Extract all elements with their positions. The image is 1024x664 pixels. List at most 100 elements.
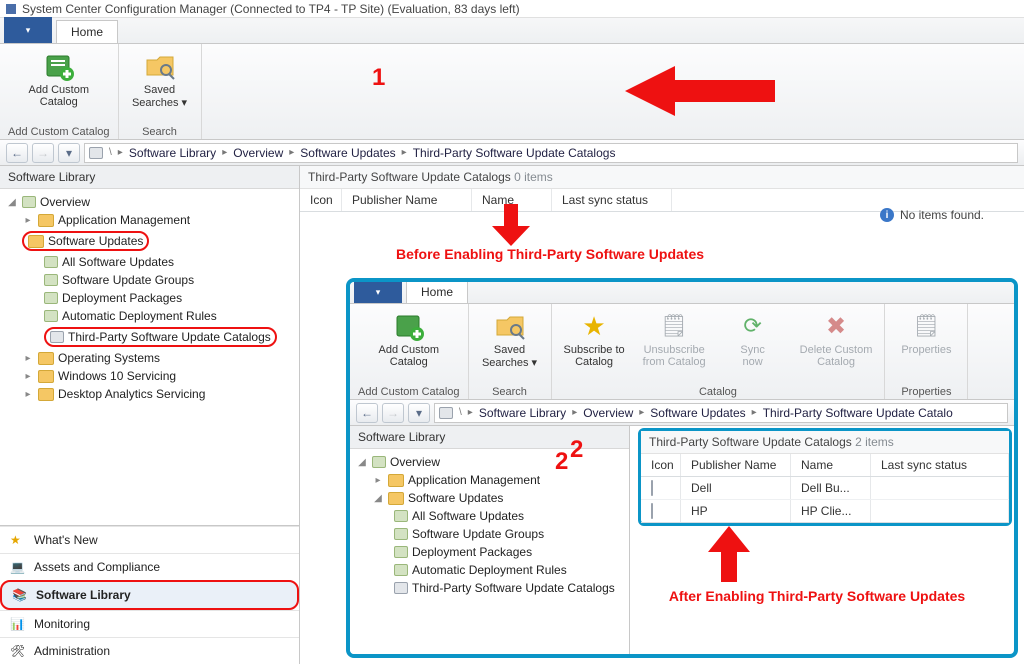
folder-icon	[388, 474, 404, 487]
workspace-monitoring[interactable]: 📊Monitoring	[0, 610, 299, 637]
tree-title: Software Library	[0, 166, 299, 189]
address-bar: ← → ▾ \▸ Software Library▸ Overview▸ Sof…	[350, 400, 1014, 426]
col-publisher[interactable]: Publisher Name	[342, 189, 472, 211]
navigation-tree-pane: Software Library ◢Overview ▸Application …	[350, 426, 630, 658]
table-row[interactable]: Dell Dell Bu...	[641, 477, 1009, 500]
chevron-right-icon: \	[109, 147, 112, 158]
tree-node-app-mgmt[interactable]: ▸Application Management	[0, 211, 299, 229]
col-name[interactable]: Name	[791, 454, 871, 476]
breadcrumb-item[interactable]: Third-Party Software Update Catalo	[763, 406, 953, 420]
workspace-whats-new[interactable]: ★What's New	[0, 526, 299, 553]
breadcrumb-root-icon	[439, 407, 453, 419]
tree-node-thirdparty[interactable]: Third-Party Software Update Catalogs	[0, 325, 299, 349]
inset-window-after: Home Add Custom Catalog Add Custom Catal…	[346, 278, 1018, 658]
overview-icon	[22, 196, 36, 208]
updates-icon	[44, 256, 58, 268]
tree-node-deploy-pkg[interactable]: Deployment Packages	[0, 289, 299, 307]
add-custom-catalog-button[interactable]: Add Custom Catalog	[24, 48, 93, 124]
breadcrumb-item[interactable]: Overview	[583, 406, 633, 420]
workspace-administration[interactable]: 🛠Administration	[0, 637, 299, 664]
table-row[interactable]: HP HP Clie...	[641, 500, 1009, 523]
tree-node-overview[interactable]: ◢Overview	[0, 193, 299, 211]
col-sync[interactable]: Last sync status	[552, 189, 672, 211]
ribbon-group-search: Saved Searches ▾ Search	[119, 44, 202, 139]
annotation-number-1: 1	[372, 64, 385, 92]
tree-node-software-updates[interactable]: Software Updates	[0, 229, 299, 253]
unsubscribe-icon: 🗒	[658, 310, 690, 342]
package-icon	[44, 292, 58, 304]
annotation-after-text: After Enabling Third-Party Software Upda…	[622, 588, 1012, 604]
list-header: Third-Party Software Update Catalogs 0 i…	[300, 166, 1024, 189]
folder-search-icon	[144, 50, 176, 82]
breadcrumb-item[interactable]: Software Updates	[650, 406, 745, 420]
tree-node-app-mgmt[interactable]: ▸Application Management	[350, 471, 629, 489]
saved-searches-button[interactable]: Saved Searches ▾	[127, 48, 193, 124]
ribbon-file-menu[interactable]	[354, 281, 402, 303]
ribbon: Add Custom Catalog Add Custom Catalog Sa…	[0, 44, 1024, 140]
delete-custom-catalog-button[interactable]: ✖Delete Custom Catalog	[796, 308, 877, 384]
breadcrumb[interactable]: \ ▸ Software Library ▸ Overview ▸ Softwa…	[84, 143, 1018, 163]
tree-node-all-su[interactable]: All Software Updates	[350, 507, 629, 525]
sync-now-button[interactable]: ⟳Sync now	[720, 308, 786, 384]
navigation-tree[interactable]: ◢Overview ▸Application Management ◢Softw…	[350, 449, 629, 658]
tree-node-su-groups[interactable]: Software Update Groups	[0, 271, 299, 289]
tree-node-os[interactable]: ▸Operating Systems	[0, 349, 299, 367]
package-icon	[394, 546, 408, 558]
rules-icon	[394, 564, 408, 576]
folder-icon	[388, 492, 404, 505]
ribbon-group-add-custom-catalog: Add Custom Catalog Add Custom Catalog	[350, 304, 469, 399]
workspace-switcher: ★What's New 💻Assets and Compliance 📚Soft…	[0, 525, 299, 664]
tree-node-all-su[interactable]: All Software Updates	[0, 253, 299, 271]
col-publisher[interactable]: Publisher Name	[681, 454, 791, 476]
breadcrumb-item[interactable]: Overview	[233, 146, 283, 160]
ribbon-file-menu[interactable]	[4, 17, 52, 43]
tree-node-deploy-pkg[interactable]: Deployment Packages	[350, 543, 629, 561]
tree-node-adr[interactable]: Automatic Deployment Rules	[0, 307, 299, 325]
star-icon: ★	[578, 310, 610, 342]
ribbon-tab-home[interactable]: Home	[406, 280, 468, 303]
nav-dropdown-button[interactable]: ▾	[58, 143, 80, 163]
col-icon[interactable]: Icon	[300, 189, 342, 211]
breadcrumb-item[interactable]: Software Updates	[300, 146, 395, 160]
properties-icon: 🗒	[910, 310, 942, 342]
col-sync[interactable]: Last sync status	[871, 454, 1009, 476]
folder-icon	[38, 370, 54, 383]
col-icon[interactable]: Icon	[641, 454, 681, 476]
workspace-assets[interactable]: 💻Assets and Compliance	[0, 553, 299, 580]
group-label: Catalog	[699, 384, 737, 398]
nav-fwd-button[interactable]: →	[382, 403, 404, 423]
nav-back-button[interactable]: ←	[6, 143, 28, 163]
saved-searches-button[interactable]: Saved Searches ▾	[477, 308, 543, 384]
nav-fwd-button[interactable]: →	[32, 143, 54, 163]
nav-dropdown-button[interactable]: ▾	[408, 403, 430, 423]
subscribe-catalog-button[interactable]: ★Subscribe to Catalog	[560, 308, 629, 384]
navigation-tree-pane: Software Library ◢Overview ▸Application …	[0, 166, 300, 664]
breadcrumb-item[interactable]: Software Library	[479, 406, 566, 420]
workspace-software-library[interactable]: 📚Software Library	[0, 580, 299, 610]
catalog-icon	[651, 480, 653, 496]
tree-node-desktop-analytics[interactable]: ▸Desktop Analytics Servicing	[0, 385, 299, 403]
annotation-before-text: Before Enabling Third-Party Software Upd…	[360, 246, 740, 262]
group-label: Search	[492, 384, 527, 398]
tree-node-adr[interactable]: Automatic Deployment Rules	[350, 561, 629, 579]
unsubscribe-catalog-button[interactable]: 🗒Unsubscribe from Catalog	[639, 308, 710, 384]
nav-back-button[interactable]: ←	[356, 403, 378, 423]
updates-icon	[394, 510, 408, 522]
breadcrumb[interactable]: \▸ Software Library▸ Overview▸ Software …	[434, 403, 1008, 423]
window-title-bar: System Center Configuration Manager (Con…	[0, 0, 1024, 18]
breadcrumb-item[interactable]: Software Library	[129, 146, 216, 160]
tree-node-software-updates[interactable]: ◢Software Updates	[350, 489, 629, 507]
chevron-right-icon: ▸	[402, 147, 407, 158]
folder-search-icon	[494, 310, 526, 342]
breadcrumb-root-icon	[89, 147, 103, 159]
tree-node-overview[interactable]: ◢Overview	[350, 453, 629, 471]
properties-button[interactable]: 🗒Properties	[893, 308, 959, 384]
breadcrumb-item[interactable]: Third-Party Software Update Catalogs	[413, 146, 616, 160]
add-custom-catalog-button[interactable]: Add Custom Catalog	[374, 308, 443, 384]
tree-node-su-groups[interactable]: Software Update Groups	[350, 525, 629, 543]
tree-node-win10[interactable]: ▸Windows 10 Servicing	[0, 367, 299, 385]
ribbon-tabs: Home	[350, 282, 1014, 304]
tree-node-thirdparty[interactable]: Third-Party Software Update Catalogs	[350, 579, 629, 597]
navigation-tree[interactable]: ◢Overview ▸Application Management Softwa…	[0, 189, 299, 525]
ribbon-tab-home[interactable]: Home	[56, 20, 118, 43]
